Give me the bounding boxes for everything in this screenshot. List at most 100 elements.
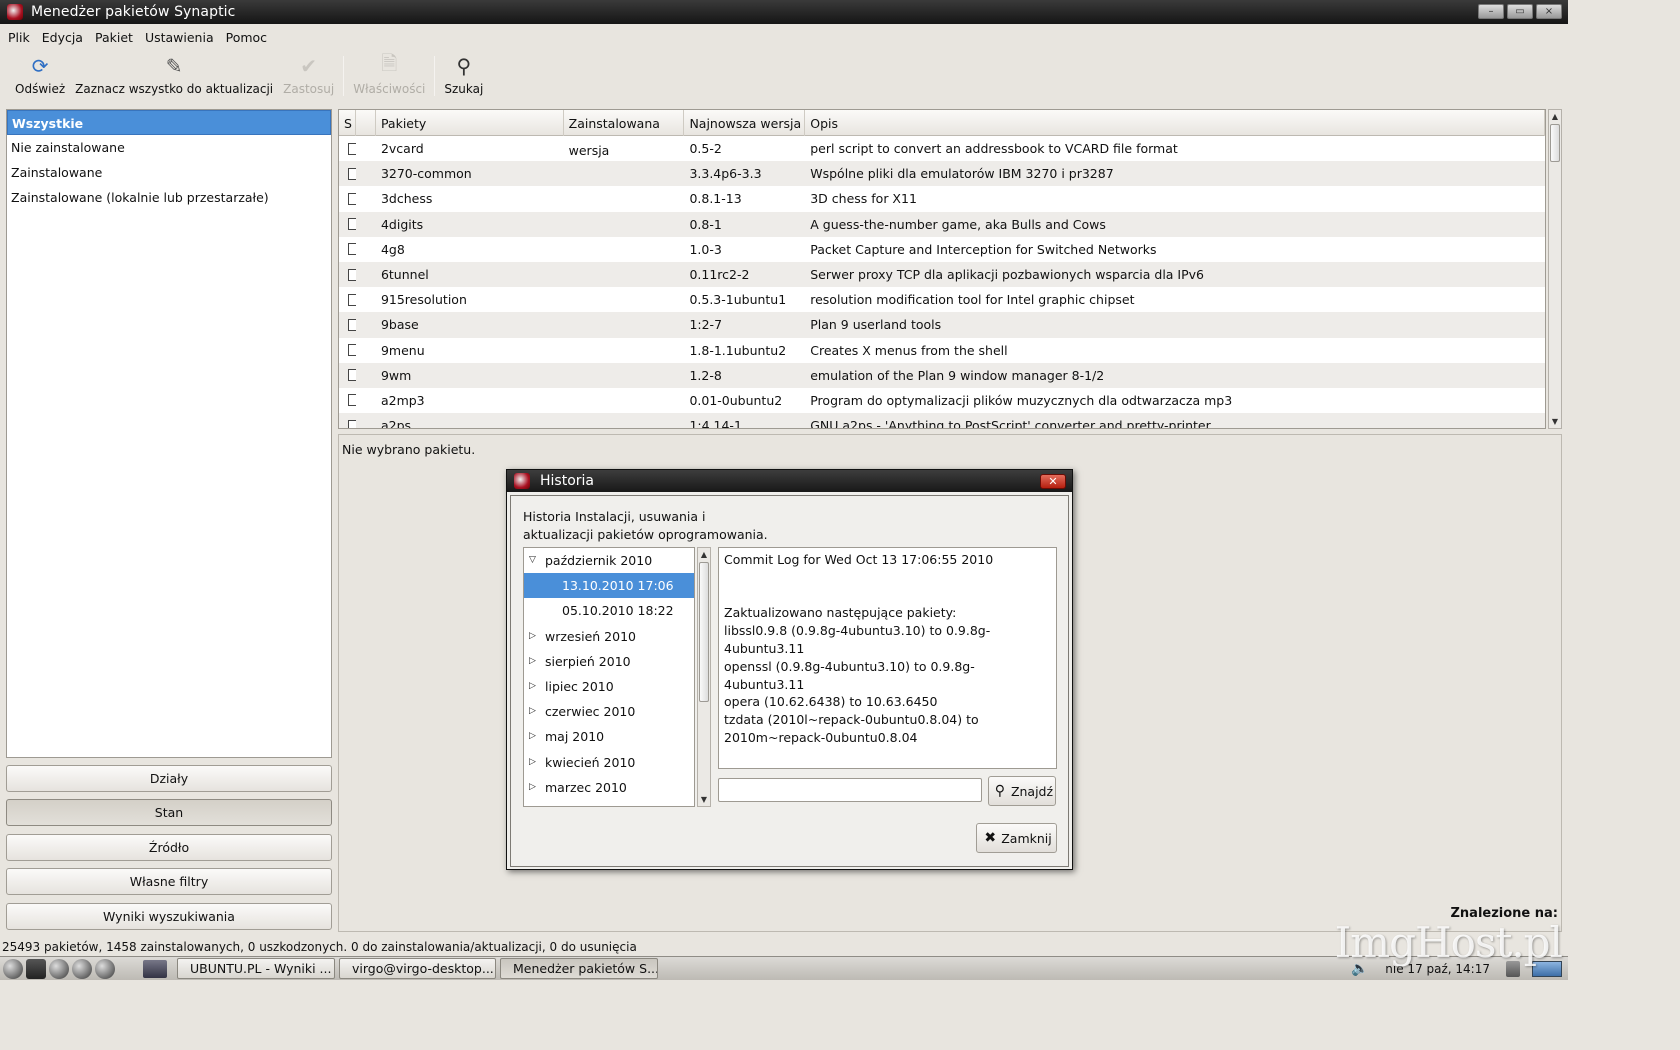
checkbox[interactable] — [348, 344, 356, 357]
status-cell[interactable] — [339, 142, 356, 155]
apply-button[interactable]: ✔ Zastosuj — [278, 50, 339, 96]
expander-closed-icon[interactable]: ▷ — [529, 624, 536, 649]
history-month[interactable]: ▷ sierpień 2010 — [524, 649, 694, 674]
menu-ustawienia[interactable]: Ustawienia — [139, 30, 220, 45]
menu-plik[interactable]: Plik — [2, 30, 36, 45]
table-row[interactable]: 9wm 1.2-8 emulation of the Plan 9 window m… — [339, 362, 1545, 388]
files-launcher-icon[interactable] — [49, 958, 69, 979]
checkbox[interactable] — [348, 167, 356, 180]
status-cell[interactable] — [339, 419, 356, 428]
maximize-button[interactable]: ▭ — [1507, 4, 1533, 19]
scroll-down-icon[interactable]: ▼ — [698, 793, 710, 806]
status-cell[interactable] — [339, 167, 356, 180]
status-cell[interactable] — [339, 218, 356, 231]
filter-item-all[interactable]: Wszystkie — [7, 110, 331, 135]
sections-button[interactable]: Działy — [6, 765, 332, 792]
browser-launcher-icon[interactable] — [95, 958, 115, 979]
status-cell[interactable] — [339, 318, 356, 331]
checkbox[interactable] — [348, 394, 356, 407]
history-month[interactable]: ▽ październik 2010 — [524, 548, 694, 573]
menu-edycja[interactable]: Edycja — [36, 30, 89, 45]
task-firefox[interactable]: UBUNTU.PL - Wyniki ... — [177, 958, 335, 979]
table-row[interactable]: a2ps 1:4.14-1 GNU a2ps - 'Anything to Post… — [339, 413, 1545, 428]
history-month[interactable]: ▷ marzec 2010 — [524, 775, 694, 800]
history-tree-scrollbar[interactable]: ▲ ▼ — [697, 547, 711, 807]
search-button[interactable]: ⚲ Szukaj — [439, 50, 488, 96]
filter-item-not-installed[interactable]: Nie zainstalowane — [7, 135, 331, 160]
status-cell[interactable] — [339, 293, 356, 306]
find-button[interactable]: ⚲ Znajdź — [988, 776, 1056, 806]
origin-button[interactable]: Źródło — [6, 834, 332, 861]
expander-closed-icon[interactable]: ▷ — [529, 750, 536, 775]
checkbox[interactable] — [348, 192, 356, 205]
history-month[interactable]: ▷ lipiec 2010 — [524, 674, 694, 699]
desktop-icon[interactable] — [143, 959, 167, 978]
column-header-latest-version[interactable]: Najnowsza wersja — [684, 110, 806, 136]
column-header-installed-version[interactable]: Zainstalowana wersja — [564, 110, 685, 158]
scroll-up-icon[interactable]: ▲ — [1549, 110, 1561, 123]
checkbox[interactable] — [348, 369, 356, 382]
close-button[interactable]: ✖ Zamknij — [976, 823, 1057, 853]
scroll-up-icon[interactable]: ▲ — [698, 548, 710, 561]
table-row[interactable]: 4digits 0.8-1 A guess-the-number game, aka… — [339, 211, 1545, 237]
history-month[interactable]: ▷ maj 2010 — [524, 724, 694, 749]
expander-closed-icon[interactable]: ▷ — [529, 649, 536, 674]
close-icon[interactable]: ✕ — [1040, 474, 1066, 489]
expander-open-icon[interactable]: ▽ — [529, 548, 536, 573]
filter-item-installed[interactable]: Zainstalowane — [7, 160, 331, 185]
history-month[interactable]: ▷ kwiecień 2010 — [524, 750, 694, 775]
table-row[interactable]: 915resolution 0.5.3-1ubuntu1 resolution mo… — [339, 287, 1545, 312]
checkbox[interactable] — [348, 318, 356, 331]
checkbox[interactable] — [348, 243, 356, 256]
status-cell[interactable] — [339, 394, 356, 407]
properties-button[interactable]: 🗎 Właściwości — [348, 50, 430, 96]
checkbox[interactable] — [348, 218, 356, 231]
table-row[interactable]: 2vcard 0.5-2 perl script to convert an add… — [339, 136, 1545, 161]
scrollbar-thumb[interactable] — [1550, 124, 1560, 162]
search-results-button[interactable]: Wyniki wyszukiwania — [6, 903, 332, 930]
expander-closed-icon[interactable]: ▷ — [529, 674, 536, 699]
status-cell[interactable] — [339, 243, 356, 256]
table-row[interactable]: 9base 1:2-7 Plan 9 userland tools — [339, 312, 1545, 338]
close-window-button[interactable]: × — [1536, 4, 1562, 19]
package-table-scrollbar[interactable]: ▲ ▼ — [1548, 109, 1562, 429]
checkbox[interactable] — [348, 268, 356, 281]
status-cell[interactable] — [339, 192, 356, 205]
column-header-description[interactable]: Opis — [805, 110, 1545, 136]
status-cell[interactable] — [339, 369, 356, 382]
column-header-packages[interactable]: Pakiety — [376, 110, 564, 136]
refresh-button[interactable]: ⟳ Odśwież — [10, 50, 70, 96]
terminal-launcher-icon[interactable] — [26, 958, 46, 979]
custom-filters-button[interactable]: Własne filtry — [6, 868, 332, 895]
history-month[interactable]: ▷ wrzesień 2010 — [524, 624, 694, 649]
minimize-button[interactable]: – — [1478, 4, 1504, 19]
menu-pomoc[interactable]: Pomoc — [220, 30, 273, 45]
task-terminal[interactable]: virgo@virgo-desktop... — [339, 958, 496, 979]
column-header-s[interactable]: S — [339, 110, 356, 136]
history-entry[interactable]: 13.10.2010 17:06 — [524, 573, 694, 599]
history-month[interactable]: ▷ czerwiec 2010 — [524, 699, 694, 724]
checkbox[interactable] — [348, 419, 356, 428]
expander-closed-icon[interactable]: ▷ — [529, 775, 536, 800]
settings-launcher-icon[interactable] — [72, 958, 92, 979]
status-cell[interactable] — [339, 344, 356, 357]
table-row[interactable]: 4g8 1.0-3 Packet Capture and Interception … — [339, 237, 1545, 262]
table-row[interactable]: 3dchess 0.8.1-13 3D chess for X11 — [339, 186, 1545, 211]
table-row[interactable]: a2mp3 0.01-0ubuntu2 Program do optymalizac… — [339, 388, 1545, 413]
scroll-down-icon[interactable]: ▼ — [1549, 415, 1561, 428]
history-search-input[interactable] — [718, 778, 982, 802]
table-row[interactable]: 9menu 1.8-1.1ubuntu2 Creates X menus from … — [339, 338, 1545, 363]
filter-item-installed-local[interactable]: Zainstalowane (lokalnie lub przestarzałe… — [7, 185, 331, 210]
status-cell[interactable] — [339, 268, 356, 281]
menu-pakiet[interactable]: Pakiet — [89, 30, 139, 45]
table-row[interactable]: 3270-common 3.3.4p6-3.3 Wspólne pliki dla … — [339, 161, 1545, 187]
mark-all-upgrades-button[interactable]: ✎ Zaznacz wszystko do aktualizacji — [70, 50, 278, 96]
scrollbar-thumb[interactable] — [699, 562, 709, 702]
task-synaptic[interactable]: Menedżer pakietów S... — [500, 958, 658, 979]
expander-closed-icon[interactable]: ▷ — [529, 699, 536, 724]
checkbox[interactable] — [348, 293, 356, 306]
table-row[interactable]: 6tunnel 0.11rc2-2 Serwer proxy TCP dla apl… — [339, 261, 1545, 288]
column-header-support[interactable] — [356, 110, 376, 136]
launcher-icon[interactable] — [3, 958, 23, 979]
status-button[interactable]: Stan — [6, 799, 332, 826]
